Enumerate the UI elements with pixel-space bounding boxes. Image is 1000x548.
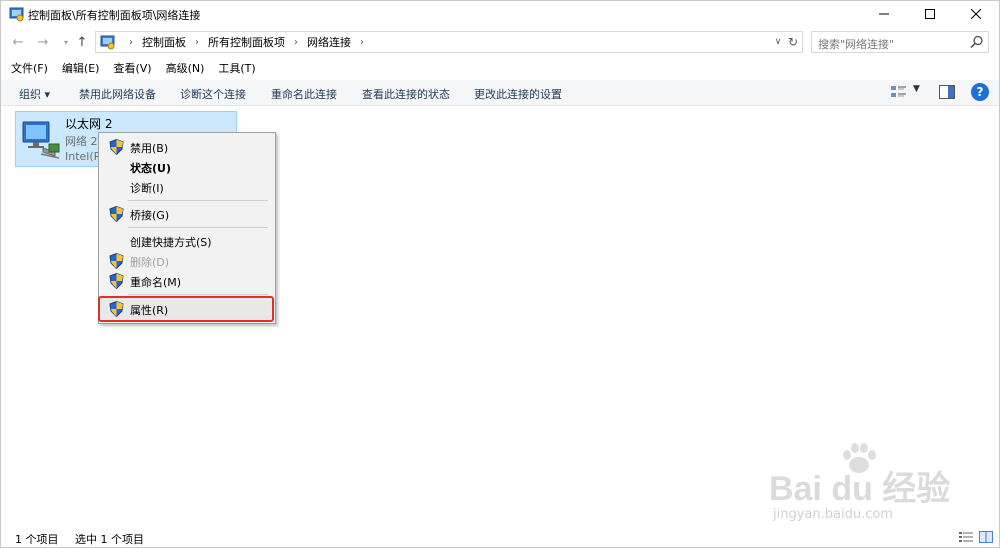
- maximize-icon: [925, 9, 935, 19]
- minimize-button[interactable]: [861, 1, 907, 27]
- menu-item-disable[interactable]: 禁用(B): [101, 137, 273, 157]
- menu-divider: [128, 294, 268, 295]
- watermark-brand: Bai du 经验: [769, 470, 951, 508]
- close-icon: [971, 9, 981, 19]
- chevron-down-icon: ▾: [63, 37, 68, 47]
- disable-device-button[interactable]: 禁用此网络设备: [79, 86, 156, 102]
- chevron-right-icon[interactable]: ›: [294, 37, 298, 48]
- maximize-button[interactable]: [907, 1, 953, 27]
- diagnose-button[interactable]: 诊断这个连接: [180, 86, 246, 102]
- connection-network: 网络 2: [65, 135, 98, 148]
- menu-item-delete: 删除(D): [101, 251, 273, 271]
- status-bar: 1 个项目 选中 1 个项目: [1, 527, 999, 547]
- menu-tools[interactable]: 工具(T): [218, 60, 255, 76]
- address-history-button[interactable]: ∨: [772, 35, 784, 49]
- close-button[interactable]: [953, 1, 999, 27]
- menu-item-label: 状态(U): [130, 162, 171, 175]
- menu-bar: 文件(F) 编辑(E) 查看(V) 高级(N) 工具(T): [1, 58, 999, 78]
- watermark-url: jingyan.baidu.com: [773, 507, 893, 522]
- breadcrumb-item[interactable]: 网络连接: [307, 34, 351, 50]
- chevron-right-icon[interactable]: ›: [360, 37, 364, 48]
- large-icons-view-icon[interactable]: [979, 531, 993, 543]
- menu-advanced[interactable]: 高级(N): [166, 60, 205, 76]
- menu-item-label: 创建快捷方式(S): [130, 236, 212, 249]
- menu-divider: [128, 200, 268, 201]
- menu-item-label: 删除(D): [130, 256, 170, 269]
- command-bar: 组织 ▾ 禁用此网络设备 诊断这个连接 重命名此连接 查看此连接的状态 更改此连…: [1, 80, 999, 106]
- chevron-down-icon: ∨: [774, 37, 782, 47]
- menu-item-label: 诊断(I): [130, 182, 164, 195]
- organize-button[interactable]: 组织 ▾: [19, 86, 50, 102]
- search-placeholder: 搜索"网络连接": [818, 38, 895, 51]
- menu-item-label: 禁用(B): [130, 142, 169, 155]
- baidu-watermark: Bai du 经验 jingyan.baidu.com: [769, 441, 951, 531]
- view-options-icon[interactable]: [891, 85, 907, 99]
- chevron-right-icon[interactable]: ›: [195, 37, 199, 48]
- arrow-up-icon: ↑: [76, 34, 88, 50]
- arrow-left-icon: ←: [12, 34, 24, 50]
- menu-item-diagnose[interactable]: 诊断(I): [101, 177, 273, 197]
- rename-button[interactable]: 重命名此连接: [271, 86, 337, 102]
- menu-item-label: 重命名(M): [130, 276, 182, 289]
- uac-shield-icon: [109, 301, 124, 317]
- search-input[interactable]: 搜索"网络连接": [811, 31, 989, 53]
- navigation-bar: ← → ▾ ↑ › 控制面板 › 所有控制面板项 › 网络连接 › ∨ ↻ 搜索…: [1, 29, 999, 55]
- uac-shield-icon: [109, 139, 124, 155]
- refresh-icon: ↻: [787, 35, 799, 49]
- menu-item-properties[interactable]: 属性(R): [101, 299, 273, 319]
- menu-edit[interactable]: 编辑(E): [62, 60, 100, 76]
- connection-name: 以太网 2: [65, 117, 113, 131]
- title-bar: 控制面板\所有控制面板项\网络连接: [1, 1, 999, 27]
- preview-pane-icon[interactable]: [939, 85, 955, 99]
- window-title: 控制面板\所有控制面板项\网络连接: [28, 9, 201, 22]
- menu-item-label: 桥接(G): [130, 209, 170, 222]
- help-icon[interactable]: ?: [971, 83, 989, 101]
- arrow-right-icon: →: [37, 34, 49, 50]
- chevron-right-icon[interactable]: ›: [129, 37, 133, 48]
- context-menu: 禁用(B) 状态(U) 诊断(I) 桥接(G) 创建快捷方式(S) 删除(D) …: [98, 132, 276, 324]
- breadcrumb: › 控制面板 › 所有控制面板项 › 网络连接 ›: [120, 32, 373, 52]
- change-settings-button[interactable]: 更改此连接的设置: [474, 86, 562, 102]
- menu-file[interactable]: 文件(F): [11, 60, 48, 76]
- menu-view[interactable]: 查看(V): [113, 60, 151, 76]
- search-icon: [970, 35, 983, 48]
- address-bar[interactable]: › 控制面板 › 所有控制面板项 › 网络连接 › ∨ ↻: [95, 31, 803, 53]
- breadcrumb-item[interactable]: 控制面板: [142, 34, 186, 50]
- forward-button[interactable]: →: [34, 33, 52, 51]
- control-panel-icon: [100, 35, 115, 50]
- view-status-button[interactable]: 查看此连接的状态: [362, 86, 450, 102]
- uac-shield-icon: [109, 206, 124, 222]
- menu-item-rename[interactable]: 重命名(M): [101, 271, 273, 291]
- breadcrumb-item[interactable]: 所有控制面板项: [208, 34, 285, 50]
- explorer-window: 控制面板\所有控制面板项\网络连接 ← → ▾ ↑ › 控制面板 › 所有控制面…: [0, 0, 1000, 548]
- chevron-down-icon[interactable]: ▼: [913, 84, 920, 94]
- uac-shield-icon: [109, 273, 124, 289]
- item-count: 1 个项目: [15, 533, 59, 546]
- uac-shield-icon: [109, 253, 124, 269]
- network-adapter-icon: [22, 121, 60, 159]
- control-panel-icon: [9, 7, 24, 22]
- up-button[interactable]: ↑: [73, 33, 91, 51]
- menu-item-status[interactable]: 状态(U): [101, 157, 273, 177]
- menu-item-create-shortcut[interactable]: 创建快捷方式(S): [101, 231, 273, 251]
- back-button[interactable]: ←: [9, 33, 27, 51]
- menu-item-bridge[interactable]: 桥接(G): [101, 204, 273, 224]
- minimize-icon: [879, 13, 889, 15]
- selected-count: 选中 1 个项目: [75, 533, 144, 546]
- refresh-button[interactable]: ↻: [786, 34, 800, 50]
- menu-item-label: 属性(R): [130, 304, 169, 317]
- details-view-icon[interactable]: [959, 531, 973, 543]
- menu-divider: [128, 227, 268, 228]
